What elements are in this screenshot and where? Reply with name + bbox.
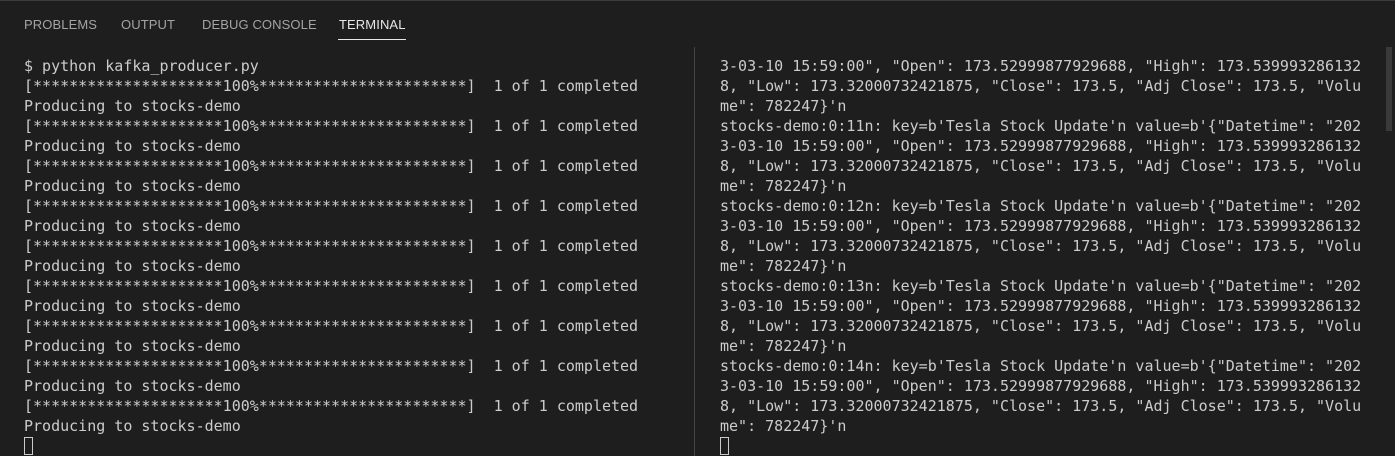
terminal-line: Producing to stocks-demo bbox=[24, 417, 241, 435]
terminal-prompt-line[interactable] bbox=[720, 436, 1370, 456]
tab-output[interactable]: OUTPUT bbox=[121, 17, 175, 33]
terminal-line: stocks-demo:0:11n: key=b'Tesla Stock Upd… bbox=[720, 117, 1362, 135]
panel-tab-bar: PROBLEMS OUTPUT DEBUG CONSOLE TERMINAL bbox=[0, 1, 1395, 43]
terminal-line: me": 782247}'n bbox=[720, 97, 847, 115]
scrollbar-thumb[interactable] bbox=[1386, 47, 1392, 131]
terminal-split-divider[interactable] bbox=[694, 47, 695, 456]
terminal-line: $ python kafka_producer.py bbox=[24, 57, 259, 75]
terminal-line: Producing to stocks-demo bbox=[24, 217, 241, 235]
terminal-panel: PROBLEMS OUTPUT DEBUG CONSOLE TERMINAL $… bbox=[0, 0, 1395, 456]
terminal-line: 8, "Low": 173.32000732421875, "Close": 1… bbox=[720, 397, 1362, 415]
terminal-line: 8, "Low": 173.32000732421875, "Close": 1… bbox=[720, 77, 1362, 95]
terminal-line: me": 782247}'n bbox=[720, 337, 847, 355]
terminal-line: [*********************100%**************… bbox=[24, 277, 639, 295]
terminal-line: [*********************100%**************… bbox=[24, 77, 639, 95]
terminal-cursor bbox=[24, 437, 33, 455]
terminal-line: [*********************100%**************… bbox=[24, 317, 639, 335]
terminal-line: [*********************100%**************… bbox=[24, 197, 639, 215]
tab-problems[interactable]: PROBLEMS bbox=[24, 17, 97, 33]
terminal-line: me": 782247}'n bbox=[720, 177, 847, 195]
terminal-line: Producing to stocks-demo bbox=[24, 377, 241, 395]
terminal-line: stocks-demo:0:12n: key=b'Tesla Stock Upd… bbox=[720, 197, 1362, 215]
terminal-line: 3-03-10 15:59:00", "Open": 173.529998779… bbox=[720, 57, 1362, 75]
terminal-line: 8, "Low": 173.32000732421875, "Close": 1… bbox=[720, 157, 1362, 175]
terminal-cursor bbox=[720, 437, 729, 455]
terminal-line: stocks-demo:0:14n: key=b'Tesla Stock Upd… bbox=[720, 357, 1362, 375]
terminal-line: 3-03-10 15:59:00", "Open": 173.529998779… bbox=[720, 297, 1362, 315]
terminal-prompt-line[interactable] bbox=[24, 436, 664, 456]
terminal-left[interactable]: $ python kafka_producer.py [*************… bbox=[24, 56, 664, 456]
terminal-right[interactable]: 3-03-10 15:59:00", "Open": 173.529998779… bbox=[720, 56, 1370, 456]
terminal-line: Producing to stocks-demo bbox=[24, 97, 241, 115]
terminal-line: [*********************100%**************… bbox=[24, 157, 639, 175]
terminal-line: me": 782247}'n bbox=[720, 417, 847, 435]
terminal-line: 3-03-10 15:59:00", "Open": 173.529998779… bbox=[720, 377, 1362, 395]
terminal-line: stocks-demo:0:13n: key=b'Tesla Stock Upd… bbox=[720, 277, 1362, 295]
terminal-line: Producing to stocks-demo bbox=[24, 297, 241, 315]
terminal-line: Producing to stocks-demo bbox=[24, 177, 241, 195]
terminal-line: [*********************100%**************… bbox=[24, 117, 639, 135]
active-tab-indicator bbox=[338, 39, 406, 40]
terminal-line: me": 782247}'n bbox=[720, 257, 847, 275]
terminal-line: 3-03-10 15:59:00", "Open": 173.529998779… bbox=[720, 217, 1362, 235]
terminal-line: Producing to stocks-demo bbox=[24, 337, 241, 355]
terminal-line: [*********************100%**************… bbox=[24, 237, 639, 255]
tab-debug-console[interactable]: DEBUG CONSOLE bbox=[202, 17, 317, 33]
terminal-line: [*********************100%**************… bbox=[24, 357, 639, 375]
terminal-line: Producing to stocks-demo bbox=[24, 137, 241, 155]
terminal-line: 3-03-10 15:59:00", "Open": 173.529998779… bbox=[720, 137, 1362, 155]
terminal-line: 8, "Low": 173.32000732421875, "Close": 1… bbox=[720, 317, 1362, 335]
terminal-line: Producing to stocks-demo bbox=[24, 257, 241, 275]
terminal-line: 8, "Low": 173.32000732421875, "Close": 1… bbox=[720, 237, 1362, 255]
terminal-line: [*********************100%**************… bbox=[24, 397, 639, 415]
tab-terminal[interactable]: TERMINAL bbox=[339, 17, 406, 33]
